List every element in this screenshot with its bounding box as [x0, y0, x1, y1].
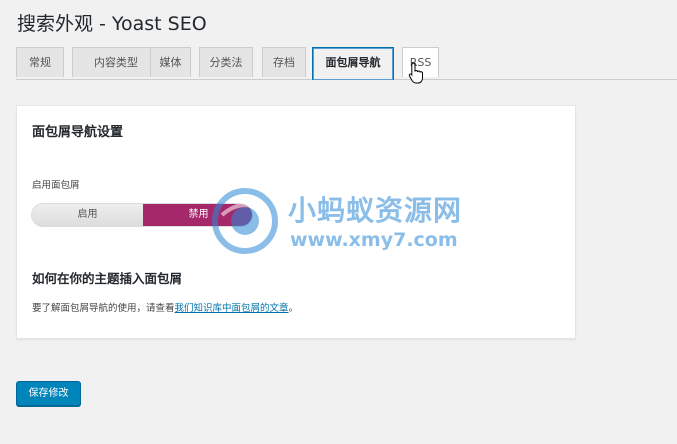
howto-heading: 如何在你的主题插入面包屑 [32, 271, 183, 286]
save-button[interactable]: 保存修改 [16, 381, 81, 406]
page-title: 搜索外观 - Yoast SEO [17, 13, 207, 35]
tab-general[interactable]: 常规 [16, 47, 64, 77]
tab-content-types[interactable]: 内容类型 [72, 47, 160, 77]
help-text-prefix: 要了解面包屑导航的使用，请查看 [32, 303, 175, 314]
tab-breadcrumbs[interactable]: 面包屑导航 [312, 47, 394, 80]
section-title: 面包屑导航设置 [32, 125, 124, 140]
tab-taxonomies[interactable]: 分类法 [199, 47, 253, 77]
help-text: 要了解面包屑导航的使用，请查看我们知识库中面包屑的文章。 [32, 300, 298, 314]
tab-bar: 常规 内容类型 媒体 分类法 存档 面包屑导航 RSS [16, 47, 677, 80]
watermark: 小蚂蚁资源网 www.xmy7.com [210, 183, 480, 263]
tab-media[interactable]: 媒体 [150, 47, 191, 77]
watermark-logo-icon [212, 188, 278, 254]
help-text-suffix: 。 [288, 303, 299, 314]
watermark-text: 小蚂蚁资源网 [288, 194, 463, 227]
enable-breadcrumbs-label: 启用面包屑 [32, 180, 80, 191]
toggle-option-enable[interactable]: 启用 [32, 204, 143, 226]
tab-archives[interactable]: 存档 [262, 47, 306, 77]
cursor-hand-icon [408, 62, 424, 88]
knowledge-base-link[interactable]: 我们知识库中面包屑的文章 [175, 303, 289, 314]
watermark-url: www.xmy7.com [290, 229, 458, 251]
